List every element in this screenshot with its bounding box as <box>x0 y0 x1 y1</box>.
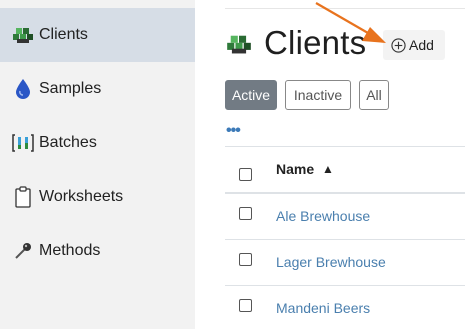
table-top-border <box>225 146 465 147</box>
page-title: Clients <box>264 24 367 61</box>
table-header-border <box>225 192 465 194</box>
row-divider <box>225 239 465 240</box>
row-checkbox[interactable] <box>239 253 252 266</box>
sidebar-item-label: Clients <box>39 26 88 43</box>
sidebar-item-label: Samples <box>39 80 102 97</box>
row-checkbox[interactable] <box>239 207 252 220</box>
sidebar-item-worksheets[interactable]: Worksheets <box>0 170 195 224</box>
filter-all-button[interactable]: All <box>359 80 389 110</box>
samples-icon <box>11 77 35 101</box>
filter-active-button[interactable]: Active <box>225 80 277 110</box>
sidebar-item-clients[interactable]: Clients <box>0 8 195 62</box>
sidebar-item-samples[interactable]: Samples <box>0 62 195 116</box>
row-checkbox[interactable] <box>239 299 252 312</box>
client-name-link[interactable]: Mandeni Beers <box>276 300 370 316</box>
methods-icon <box>11 239 35 263</box>
sort-ascending-icon[interactable]: ▲ <box>322 162 334 176</box>
more-options-button[interactable]: ••• <box>226 122 241 140</box>
client-name-link[interactable]: Lager Brewhouse <box>276 254 386 270</box>
clients-icon <box>11 23 35 47</box>
add-button[interactable]: Add <box>383 30 445 60</box>
sidebar-item-label: Batches <box>39 134 97 151</box>
sidebar-item-label: Methods <box>39 242 101 259</box>
worksheets-icon <box>11 185 35 209</box>
row-divider <box>225 285 465 286</box>
sidebar-item-batches[interactable]: Batches <box>0 116 195 170</box>
sidebar-item-methods[interactable]: Methods <box>0 224 195 278</box>
filter-inactive-button[interactable]: Inactive <box>285 80 351 110</box>
sidebar: Clients Samples Batches Worksheets Metho… <box>0 0 195 329</box>
main-content: Clients Add Active Inactive All ••• Name… <box>195 0 465 329</box>
add-button-label: Add <box>409 37 434 53</box>
sidebar-item-label: Worksheets <box>39 188 124 205</box>
divider <box>225 8 465 9</box>
column-header-name[interactable]: Name <box>276 161 314 177</box>
client-name-link[interactable]: Ale Brewhouse <box>276 208 370 224</box>
select-all-checkbox[interactable] <box>239 168 252 181</box>
batches-icon <box>11 131 35 155</box>
plus-circle-icon <box>391 37 406 53</box>
clients-icon <box>226 32 252 58</box>
